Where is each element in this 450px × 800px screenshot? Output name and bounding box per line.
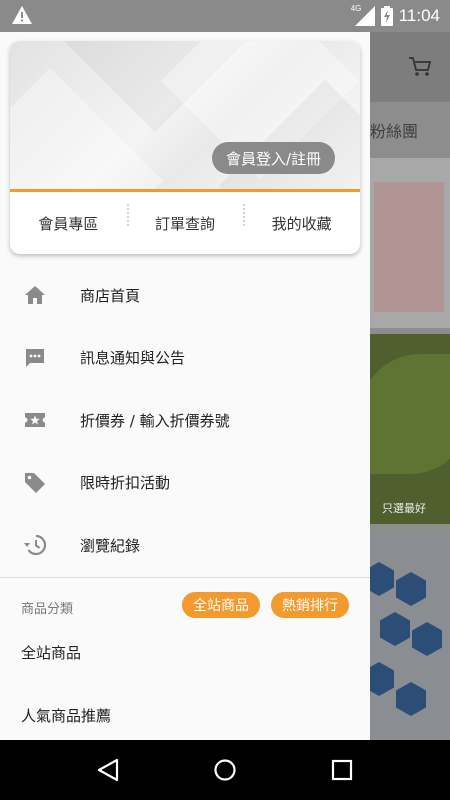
cart-icon[interactable]: [408, 56, 432, 78]
menu-item-store-home[interactable]: 商店首頁: [0, 264, 370, 327]
member-card: 會員登入/註冊 會員專區 訂單查詢 我的收藏: [10, 41, 360, 254]
menu-item-label: 折價券 / 輸入折價券號: [80, 411, 230, 430]
member-card-header: 會員登入/註冊: [10, 41, 360, 189]
background-app[interactable]: 粉絲團 只選最好: [370, 32, 450, 740]
system-navigation-bar: [0, 740, 450, 800]
category-item-popular[interactable]: 人氣商品推薦: [21, 705, 111, 726]
recents-icon: [331, 759, 352, 781]
ticket-icon: [24, 409, 46, 431]
recents-button[interactable]: [327, 755, 357, 785]
menu-item-label: 商店首頁: [80, 286, 141, 305]
back-icon: [98, 758, 119, 782]
navigation-drawer: 會員登入/註冊 會員專區 訂單查詢 我的收藏 商店首頁 訊息通知與公告 折價券 …: [0, 32, 370, 740]
menu-item-coupons[interactable]: 折價券 / 輸入折價券號: [0, 389, 370, 452]
menu-item-label: 瀏覽紀錄: [80, 536, 141, 555]
bestsellers-pill[interactable]: 熱銷排行: [271, 592, 349, 618]
back-button[interactable]: [93, 755, 123, 785]
background-app-bar: [370, 32, 450, 102]
menu-item-label: 訊息通知與公告: [80, 349, 186, 368]
divider: [0, 577, 370, 578]
tab-member-area[interactable]: 會員專區: [10, 213, 127, 234]
promo-image: 只選最好: [370, 334, 450, 524]
promo-caption: 只選最好: [382, 502, 426, 515]
battery-icon: [380, 6, 393, 26]
signal-icon: 4G: [350, 4, 375, 26]
tab-order-inquiry[interactable]: 訂單查詢: [126, 203, 244, 234]
clock: 11:04: [398, 6, 440, 25]
status-bar: 4G 11:04: [0, 0, 450, 32]
network-type-label: 4G: [350, 4, 362, 13]
member-tabs: 會員專區 訂單查詢 我的收藏: [10, 192, 360, 254]
home-icon: [24, 284, 46, 306]
fan-page-text: 粉絲團: [370, 124, 419, 141]
menu-item-notifications[interactable]: 訊息通知與公告: [0, 327, 370, 390]
home-button[interactable]: [210, 755, 240, 785]
login-register-button[interactable]: 會員登入/註冊: [211, 142, 335, 174]
warning-icon: [12, 6, 32, 24]
message-icon: [24, 347, 46, 369]
menu-item-browsing-history[interactable]: 瀏覽紀錄: [0, 514, 370, 577]
menu-item-flash-sale[interactable]: 限時折扣活動: [0, 452, 370, 515]
drawer-menu: 商店首頁 訊息通知與公告 折價券 / 輸入折價券號 限時折扣活動 瀏覽紀錄: [0, 264, 370, 577]
category-section-title: 商品分類: [21, 602, 74, 617]
graphic-image: [370, 532, 450, 740]
home-circle-icon: [214, 759, 236, 781]
category-item-all-products[interactable]: 全站商品: [21, 642, 81, 663]
product-image: [370, 158, 450, 328]
history-icon: [24, 534, 46, 556]
all-products-pill[interactable]: 全站商品: [182, 592, 260, 618]
menu-item-label: 限時折扣活動: [80, 474, 171, 493]
category-header: 商品分類 全站商品 熱銷排行: [0, 590, 370, 622]
tab-favorites[interactable]: 我的收藏: [243, 203, 360, 234]
tag-icon: [24, 472, 46, 494]
